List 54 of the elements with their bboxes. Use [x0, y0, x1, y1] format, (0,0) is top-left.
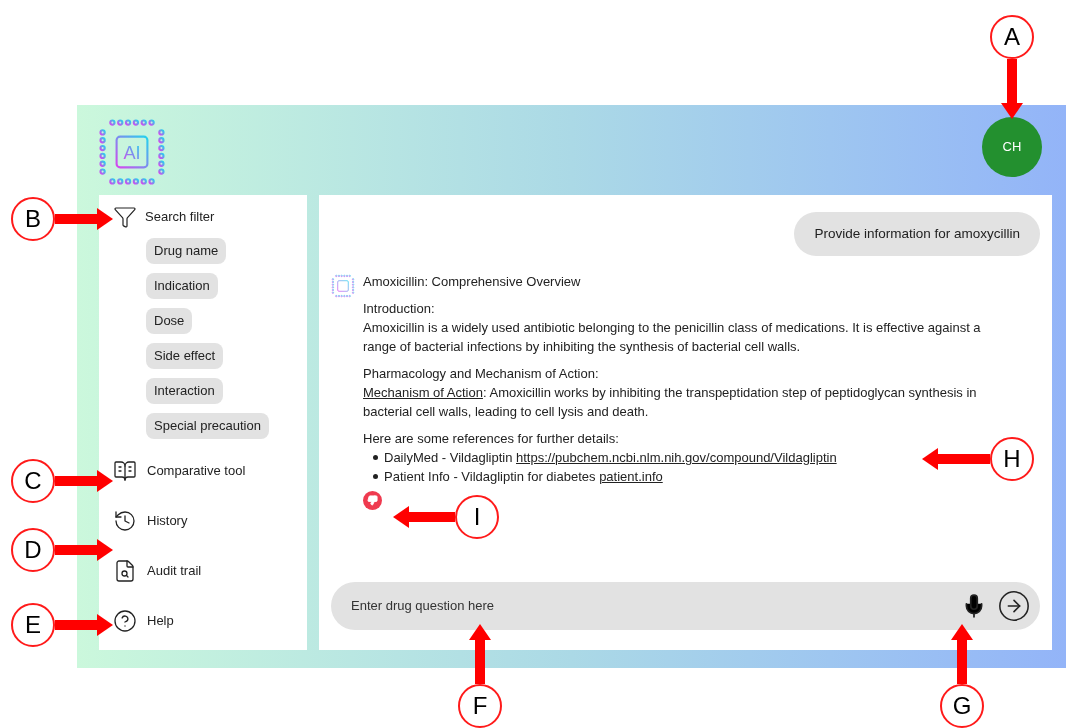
- filter-chip[interactable]: Side effect: [146, 343, 224, 369]
- filter-chip[interactable]: Interaction: [146, 378, 223, 404]
- callout-arrow: [393, 506, 455, 528]
- callout-arrow: [469, 624, 491, 684]
- callout-marker: F: [458, 684, 502, 728]
- callout-marker: D: [11, 528, 55, 572]
- filter-icon: [113, 205, 137, 229]
- filter-chip[interactable]: Indication: [146, 273, 218, 299]
- logo-icon: [331, 274, 355, 298]
- reference-link[interactable]: https://pubchem.ncbi.nlm.nih.gov/compound/Vildagliptin: [516, 450, 837, 465]
- user-message: Provide information for amoxycillin: [794, 212, 1040, 256]
- history-icon: [113, 509, 137, 533]
- sidebar-item[interactable]: History: [113, 509, 307, 533]
- filter-label: Search filter: [145, 208, 215, 227]
- question-input[interactable]: Enter drug question here: [331, 582, 1040, 630]
- reference-text: DailyMed - Vildagliptin https://pubchem.ncbi.nlm.nih.gov/compound/Vildagliptin: [384, 449, 837, 467]
- dislike-button[interactable]: [363, 491, 382, 510]
- sidebar-item[interactable]: Help: [113, 609, 307, 633]
- callout-marker: E: [11, 603, 55, 647]
- answer-title: Amoxicillin: Comprehensive Overview: [363, 273, 582, 291]
- compare-icon: [113, 459, 137, 483]
- callout-arrow: [55, 208, 113, 230]
- callout-marker: G: [940, 684, 984, 728]
- sidebar-item[interactable]: Audit trail: [113, 559, 307, 583]
- section-heading: Introduction:: [363, 300, 436, 318]
- user-avatar[interactable]: CH: [982, 117, 1042, 177]
- callout-arrow: [55, 539, 113, 561]
- section-heading: Pharmacology and Mechanism of Action:: [363, 365, 600, 383]
- send-icon: [997, 589, 1031, 623]
- bullet-icon: [373, 474, 378, 479]
- term-link[interactable]: Mechanism of Action: [363, 385, 483, 400]
- help-icon: [113, 609, 137, 633]
- bullet-icon: [373, 455, 378, 460]
- send-button[interactable]: [996, 588, 1032, 624]
- filter-chip[interactable]: Special precaution: [146, 413, 269, 439]
- thumbs-down-icon: [367, 495, 378, 506]
- reference-link[interactable]: patient.info: [599, 469, 663, 484]
- reference-text: Patient Info - Vildagliptin for diabetes patient.info: [384, 468, 663, 486]
- filter-chip[interactable]: Dose: [146, 308, 193, 334]
- references-heading: Here are some references for further details:: [363, 430, 620, 448]
- sidebar-item[interactable]: Comparative tool: [113, 459, 307, 483]
- audit-icon: [113, 559, 137, 583]
- callout-marker: B: [11, 197, 55, 241]
- callout-arrow: [55, 470, 113, 492]
- callout-marker: C: [11, 459, 55, 503]
- callout-arrow: [951, 624, 973, 684]
- callout-marker: A: [990, 15, 1034, 59]
- filter-chip[interactable]: Drug name: [146, 238, 227, 264]
- section-text: Amoxicillin is a widely used antibiotic belonging to the penicillin class of medications. It is effective against a range of bacterial infections by inhibiting the synthesis of bacterial cell walls.: [363, 319, 982, 356]
- callout-arrow: [922, 448, 990, 470]
- question-field[interactable]: Enter drug question here: [351, 596, 952, 616]
- section-text: Mechanism of Action: Amoxicillin works by inhibiting the transpeptidation step of peptidoglycan synthesis in bacterial cell walls, leading to cell lysis and death.: [363, 384, 978, 421]
- callout-arrow: [55, 614, 113, 636]
- callout-arrow: [1001, 59, 1023, 119]
